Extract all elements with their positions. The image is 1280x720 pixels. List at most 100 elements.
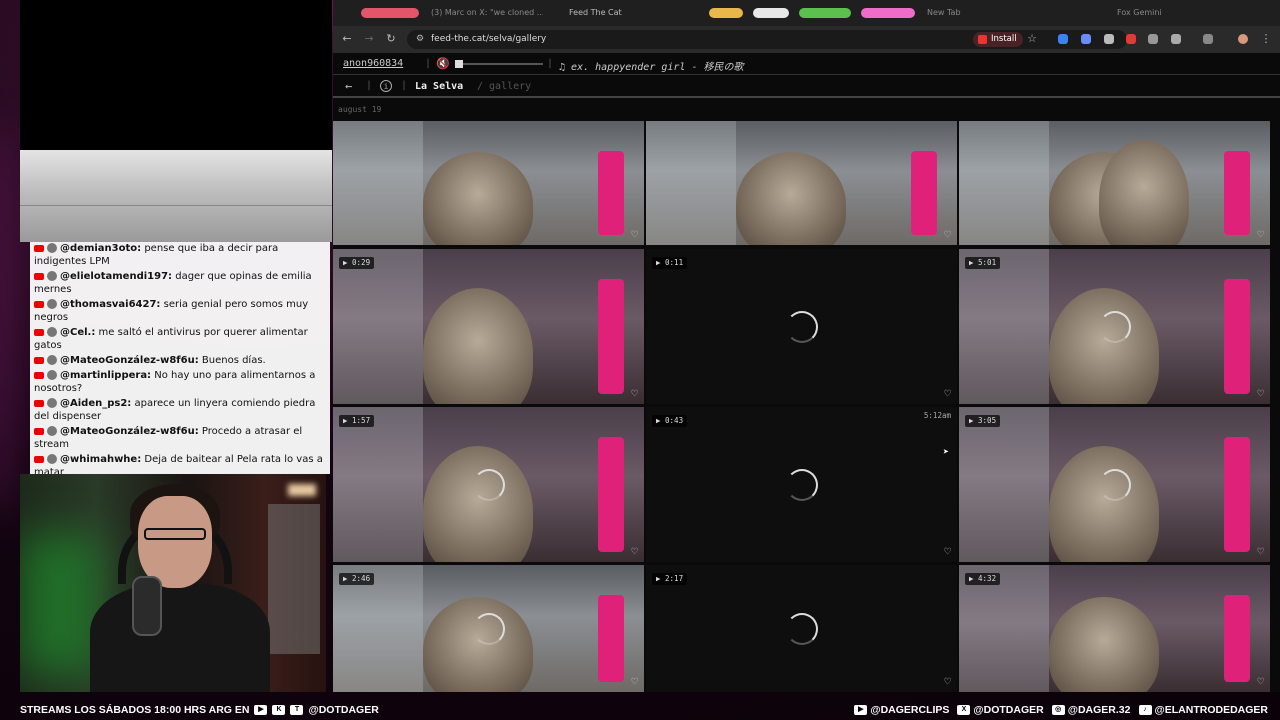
heart-icon[interactable]: ♡ xyxy=(1257,387,1264,400)
gallery-tile[interactable]: ▶ 5:01 ♡ xyxy=(959,249,1270,404)
back-arrow-icon[interactable]: ← xyxy=(340,32,354,46)
install-button[interactable]: Install xyxy=(973,32,1023,47)
avatar xyxy=(47,355,57,365)
gallery-tile[interactable]: ♡ xyxy=(959,121,1270,245)
tiktok-icon: ♪ xyxy=(1138,705,1152,715)
back-icon[interactable]: ← xyxy=(345,79,352,93)
chat-message: @MateoGonzález-w8f6u: Buenos días. xyxy=(34,354,327,367)
gallery-tile[interactable]: ▶ 4:32 ♡ xyxy=(959,565,1270,692)
tab-group-pill[interactable] xyxy=(709,8,743,18)
youtube-icon xyxy=(34,399,44,407)
heart-icon[interactable]: ♡ xyxy=(1257,228,1264,241)
gallery-tile[interactable]: ▶ 2:46 ♡ xyxy=(333,565,644,692)
feeder-pink-part xyxy=(598,151,624,235)
heart-icon[interactable]: ♡ xyxy=(944,387,951,400)
gallery-tile[interactable]: ▶ 0:43 5:12am ➤ ♡ xyxy=(646,407,957,562)
avatar xyxy=(47,426,57,436)
chat-text: Buenos días. xyxy=(201,355,266,366)
kick-icon: K xyxy=(272,705,286,715)
avatar xyxy=(47,271,57,281)
video-duration-badge: ▶ 3:05 xyxy=(965,415,1001,427)
youtube-icon xyxy=(34,244,44,252)
feeder-pink-part xyxy=(1224,279,1250,394)
volume-slider-track[interactable] xyxy=(455,63,543,65)
gallery-tile[interactable]: ▶ 0:29 ♡ xyxy=(333,249,644,404)
tab-x-post[interactable]: (3) Marc on X: "we cloned ... xyxy=(431,6,543,20)
social-handle: ▶ @DAGERCLIPS xyxy=(854,704,949,716)
youtube-icon xyxy=(34,371,44,379)
avatar xyxy=(47,299,57,309)
install-icon xyxy=(978,35,987,44)
feeder-jar xyxy=(333,249,423,404)
tab-group-pill[interactable] xyxy=(361,8,419,18)
tab-group-pill[interactable] xyxy=(799,8,851,18)
heart-icon[interactable]: ♡ xyxy=(631,675,638,688)
reload-icon[interactable]: ↻ xyxy=(384,32,398,46)
gallery-tile[interactable]: ♡ xyxy=(646,121,957,245)
side-panel-icon[interactable] xyxy=(1203,34,1213,44)
chat-author: @MateoGonzález-w8f6u: xyxy=(60,355,199,366)
volume-slider-handle[interactable] xyxy=(455,60,463,68)
tab-new-tab[interactable]: New Tab xyxy=(927,6,987,20)
mouse-cursor-icon: ➤ xyxy=(942,447,949,458)
username-link[interactable]: anon960834 xyxy=(343,58,403,69)
video-duration-badge: ▶ 1:57 xyxy=(339,415,375,427)
feeder-pink-part xyxy=(1224,437,1250,552)
heart-icon[interactable]: ♡ xyxy=(944,675,951,688)
extension-icon[interactable] xyxy=(1148,34,1158,44)
youtube-icon xyxy=(34,328,44,336)
profile-avatar[interactable] xyxy=(1238,34,1248,44)
gallery-tile[interactable]: ▶ 2:17 ♡ xyxy=(646,565,957,692)
video-duration-badge: ▶ 2:46 xyxy=(339,573,375,585)
info-icon[interactable]: i xyxy=(380,80,392,92)
mute-speaker-icon[interactable]: 🔇 xyxy=(436,57,450,70)
chat-author: @MateoGonzález-w8f6u: xyxy=(60,426,199,437)
tab-group-pill[interactable] xyxy=(861,8,915,18)
video-duration-badge: ▶ 0:29 xyxy=(339,257,375,269)
site-info-icon[interactable]: ⚙ xyxy=(413,32,427,46)
extensions-puzzle-icon[interactable] xyxy=(1171,34,1181,44)
tab-fox-gemini[interactable]: Fox Gemini xyxy=(1117,6,1207,20)
chat-message: @thomasvai6427: seria genial pero somos … xyxy=(34,298,327,324)
chat-message: @MateoGonzález-w8f6u: Procedo a atrasar … xyxy=(34,425,327,451)
extension-icon[interactable] xyxy=(1126,34,1136,44)
gallery-tile[interactable]: ▶ 3:05 ♡ xyxy=(959,407,1270,562)
loading-spinner-icon xyxy=(472,612,505,645)
place-title[interactable]: La Selva xyxy=(415,81,463,92)
tab-feed-the-cat[interactable]: Feed The Cat xyxy=(569,6,665,20)
chat-message: @demian3oto: pense que iba a decir para … xyxy=(34,242,327,268)
extension-icon[interactable] xyxy=(1104,34,1114,44)
heart-icon[interactable]: ♡ xyxy=(1257,675,1264,688)
heart-icon[interactable]: ♡ xyxy=(631,228,638,241)
menu-kebab-icon[interactable]: ⋮ xyxy=(1259,32,1273,46)
video-duration-badge: ▶ 4:32 xyxy=(965,573,1001,585)
extension-icon[interactable] xyxy=(1081,34,1091,44)
heart-icon[interactable]: ♡ xyxy=(631,545,638,558)
chat-author: @whimahwhe: xyxy=(60,454,142,465)
gallery-tile[interactable]: ▶ 1:57 ♡ xyxy=(333,407,644,562)
heart-icon[interactable]: ♡ xyxy=(944,228,951,241)
tab-bar: (3) Marc on X: "we cloned ... Feed The C… xyxy=(333,0,1280,26)
forward-arrow-icon[interactable]: → xyxy=(362,32,376,46)
loading-spinner-icon xyxy=(472,468,505,501)
gallery-tile[interactable]: ♡ xyxy=(333,121,644,245)
video-duration-badge: ▶ 0:43 xyxy=(652,415,688,427)
chat-author: @thomasvai6427: xyxy=(60,299,161,310)
extension-icon[interactable] xyxy=(1058,34,1068,44)
heart-icon[interactable]: ♡ xyxy=(631,387,638,400)
url-text[interactable]: feed-the.cat/selva/gallery xyxy=(431,34,546,44)
heart-icon[interactable]: ♡ xyxy=(944,545,951,558)
avatar xyxy=(47,370,57,380)
feeder-pink-part xyxy=(1224,151,1250,235)
overlay-black-panel xyxy=(20,0,332,150)
gallery-tile[interactable]: ▶ 0:11 ♡ xyxy=(646,249,957,404)
loading-spinner-icon xyxy=(785,468,818,501)
feeder-jar xyxy=(959,407,1049,562)
tab-group-pill[interactable] xyxy=(753,8,789,18)
loading-spinner-icon xyxy=(785,612,818,645)
feeder-pink-part xyxy=(598,595,624,682)
heart-icon[interactable]: ♡ xyxy=(1257,545,1264,558)
chat-author: @demian3oto: xyxy=(60,243,142,254)
gallery-page: anon960834 | 🔇 | ♫ ex. happyender girl -… xyxy=(333,53,1280,692)
bookmark-star-icon[interactable]: ☆ xyxy=(1025,32,1039,46)
